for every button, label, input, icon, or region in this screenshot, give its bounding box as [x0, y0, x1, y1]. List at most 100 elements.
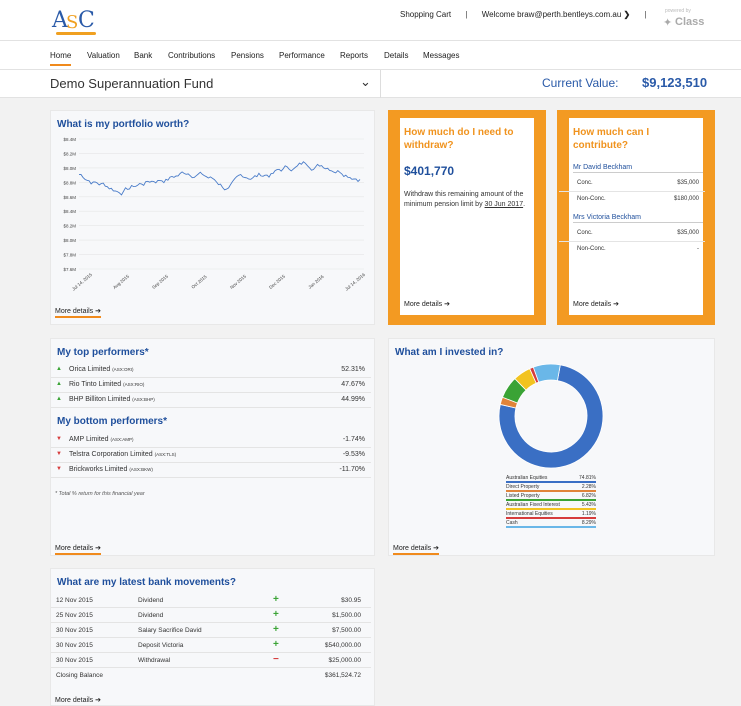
portfolio-series-line	[78, 161, 361, 196]
y-tick-label: $8.4M	[63, 209, 76, 214]
minus-icon: −	[273, 654, 279, 665]
more-details-link[interactable]: More details ➔	[55, 544, 101, 555]
arrow-right-icon: ➔	[95, 697, 101, 704]
divider	[380, 70, 381, 98]
up-arrow-icon: ▲	[56, 381, 62, 387]
more-details-link[interactable]: More details ➔	[573, 300, 619, 309]
nav-pensions[interactable]: Pensions	[231, 51, 264, 60]
x-tick-label: Jul 14, 2016	[344, 272, 366, 292]
main-nav: Home Valuation Bank Contributions Pensio…	[0, 40, 741, 70]
y-tick-label: $8.0M	[63, 238, 76, 243]
legend-row: Australian Equities 74.81%	[506, 475, 596, 483]
invested-title: What am I invested in?	[395, 347, 504, 358]
donut-slice[interactable]	[532, 363, 561, 383]
plus-icon: +	[273, 594, 279, 605]
legend-color-line	[506, 526, 596, 528]
closing-balance-row: Closing Balance $361,524.72	[56, 672, 361, 679]
arrow-right-icon: ➔	[433, 545, 439, 552]
more-details-link[interactable]: More details ➔	[55, 307, 101, 318]
nav-bank[interactable]: Bank	[134, 51, 152, 60]
contribute-card: How much can I contribute? Mr David Beck…	[557, 110, 715, 325]
legend-color-line	[506, 508, 596, 510]
nav-valuation[interactable]: Valuation	[87, 51, 120, 60]
y-tick-label: $8.6M	[63, 195, 76, 200]
withdraw-amount: $401,770	[404, 164, 455, 178]
legend-row: International Equities 1.19%	[506, 511, 596, 519]
x-tick-label: Aug 2015	[112, 273, 130, 290]
nav-home[interactable]: Home	[50, 51, 72, 66]
performer-row[interactable]: ▼ AMP Limited (ASX:AMP) -1.74%	[51, 433, 371, 448]
fund-selector[interactable]: Demo Superannuation Fund	[50, 76, 213, 91]
arrow-right-icon: ➔	[95, 545, 101, 552]
bank-row[interactable]: 25 Nov 2015 Dividend + $1,500.00	[51, 608, 371, 623]
performers-card: My top performers* ▲ Orica Limited (ASX:…	[50, 338, 375, 556]
logo-swoosh	[56, 32, 96, 35]
y-tick-label: $7.6M	[63, 267, 76, 272]
bank-title: What are my latest bank movements?	[57, 577, 236, 588]
chevron-down-icon[interactable]: ⌄	[360, 74, 371, 90]
withdraw-title: How much do I need to withdraw?	[404, 127, 514, 151]
nav-performance[interactable]: Performance	[279, 51, 325, 60]
nav-reports[interactable]: Reports	[340, 51, 368, 60]
legend-color-line	[506, 499, 596, 501]
contribution-row: Non-Conc. -	[577, 246, 699, 252]
legend-color-line	[506, 481, 596, 483]
bank-row[interactable]: 30 Nov 2015 Deposit Victoria + $540,000.…	[51, 638, 371, 653]
up-arrow-icon: ▲	[56, 366, 62, 372]
performer-row[interactable]: ▼ Brickworks Limited (ASX:BKW) -11.70%	[51, 463, 371, 478]
down-arrow-icon: ▼	[56, 436, 62, 442]
allocation-donut-chart	[498, 363, 604, 469]
withdraw-text: Withdraw this remaining amount of the mi…	[404, 191, 526, 208]
bank-row[interactable]: 12 Nov 2015 Dividend + $30.95	[51, 593, 371, 608]
fund-bar: Demo Superannuation Fund ⌄ Current Value…	[0, 70, 741, 98]
legend-row: Direct Property 2.28%	[506, 484, 596, 492]
x-tick-label: Dec 2015	[268, 273, 286, 290]
legend-row: Listed Property 6.82%	[506, 493, 596, 501]
plus-icon: +	[273, 624, 279, 635]
arrow-right-icon: ➔	[613, 301, 619, 308]
welcome-user-menu[interactable]: Welcome braw@perth.bentleys.com.au ❯	[482, 10, 631, 19]
contribution-row: Conc. $35,000	[559, 176, 705, 192]
legend-color-line	[506, 490, 596, 492]
legend-row: Australian Fixed Interest 5.43%	[506, 502, 596, 510]
more-details-link[interactable]: More details ➔	[393, 544, 439, 555]
performer-row[interactable]: ▲ Orica Limited (ASX:ORI) 52.31%	[51, 363, 371, 378]
class-logo: powered by ✦ Class	[663, 8, 705, 29]
current-value-label: Current Value:	[542, 76, 619, 90]
top-performers-title: My top performers*	[57, 347, 149, 358]
plus-icon: +	[273, 639, 279, 650]
bank-row[interactable]: 30 Nov 2015 Salary Sacrifice David + $7,…	[51, 623, 371, 638]
performer-row[interactable]: ▲ Rio Tinto Limited (ASX:RIO) 47.67%	[51, 378, 371, 393]
bank-row[interactable]: 30 Nov 2015 Withdrawal − $25,000.00	[51, 653, 371, 668]
arrow-right-icon: ➔	[95, 308, 101, 315]
performer-row[interactable]: ▲ BHP Billiton Limited (ASX:BHP) 44.99%	[51, 393, 371, 408]
withdraw-date-link[interactable]: 30 Jun 2017	[485, 201, 524, 208]
legend-row: Cash 8.29%	[506, 520, 596, 528]
nav-contributions[interactable]: Contributions	[168, 51, 215, 60]
x-tick-label: Sep 2015	[151, 273, 169, 290]
plus-icon: +	[273, 609, 279, 620]
performer-row[interactable]: ▼ Telstra Corporation Limited (ASX:TLS) …	[51, 448, 371, 463]
up-arrow-icon: ▲	[56, 396, 62, 402]
y-tick-label: $8.2M	[63, 151, 76, 156]
member-name: Mr David Beckham	[573, 164, 703, 173]
more-details-link[interactable]: More details ➔	[404, 300, 450, 309]
y-tick-label: $7.8M	[63, 253, 76, 258]
down-arrow-icon: ▼	[56, 466, 62, 472]
y-tick-label: $8.0M	[63, 166, 76, 171]
nav-details[interactable]: Details	[384, 51, 408, 60]
portfolio-title: What is my portfolio worth?	[57, 119, 190, 130]
top-links: Shopping Cart | Welcome braw@perth.bentl…	[400, 10, 647, 19]
down-arrow-icon: ▼	[56, 451, 62, 457]
more-details-link[interactable]: More details ➔	[55, 696, 101, 705]
y-tick-label: $8.4M	[63, 137, 76, 142]
withdraw-card: How much do I need to withdraw? $401,770…	[388, 110, 546, 325]
asc-logo[interactable]: A S C	[52, 8, 100, 36]
class-symbol-icon: ✦	[663, 17, 673, 29]
shopping-cart-link[interactable]: Shopping Cart	[400, 10, 451, 19]
current-value: $9,123,510	[642, 75, 708, 90]
x-tick-label: Nov 2015	[229, 273, 247, 290]
x-tick-label: Jan 2016	[307, 274, 325, 290]
nav-messages[interactable]: Messages	[423, 51, 459, 60]
contribute-title: How much can I contribute?	[573, 127, 650, 151]
